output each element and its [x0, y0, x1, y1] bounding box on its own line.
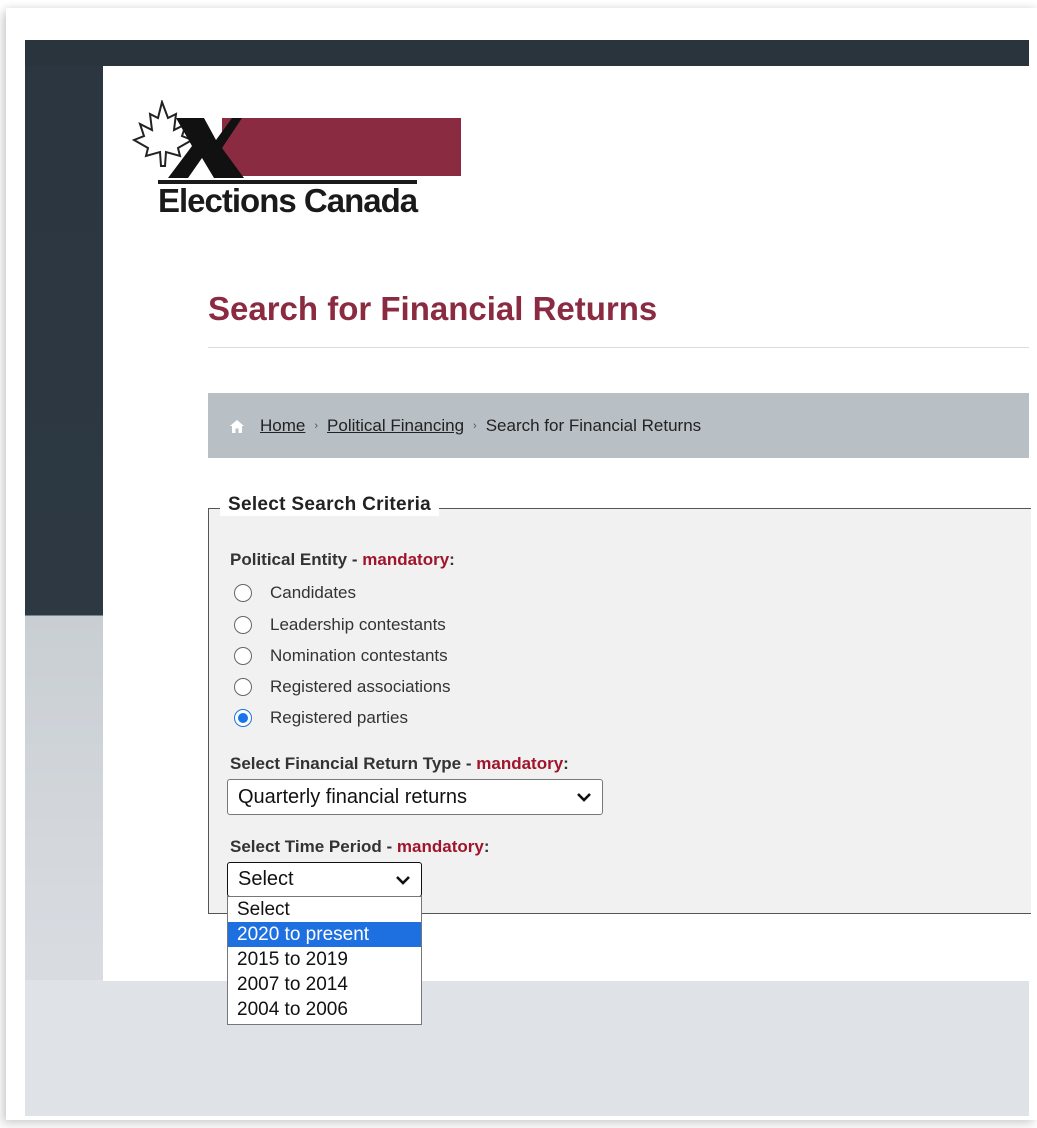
dropdown-option[interactable]: 2004 to 2006	[228, 997, 421, 1022]
radio-registered-associations[interactable]: Registered associations	[234, 677, 450, 697]
label-colon: :	[563, 754, 569, 773]
label-dash: -	[381, 837, 397, 856]
label-dash: -	[347, 550, 363, 569]
return-type-selected-value: Quarterly financial returns	[238, 785, 467, 808]
time-period-label-text: Select Time Period	[230, 837, 382, 856]
chevron-down-icon	[395, 874, 411, 886]
time-period-select[interactable]: Select	[227, 862, 422, 897]
breadcrumb: Home › Political Financing › Search for …	[208, 393, 1029, 458]
breadcrumb-separator: ›	[314, 419, 319, 432]
mandatory-tag: mandatory	[396, 837, 484, 856]
maple-leaf-x-icon	[132, 100, 244, 178]
political-entity-label: Political Entity - mandatory:	[230, 550, 455, 570]
title-divider	[208, 347, 1029, 348]
radio-button[interactable]	[234, 678, 252, 696]
logo-wordmark: Elections Canada	[158, 180, 418, 219]
time-period-selected-value: Select	[238, 868, 294, 890]
page-title: Search for Financial Returns	[208, 290, 658, 327]
return-type-label-text: Select Financial Return Type	[230, 754, 462, 773]
home-icon[interactable]	[228, 418, 246, 434]
radio-registered-parties[interactable]: Registered parties	[234, 708, 408, 728]
time-period-label: Select Time Period - mandatory:	[230, 837, 490, 857]
top-dark-strip	[25, 40, 1029, 66]
radio-leadership-contestants[interactable]: Leadership contestants	[234, 615, 446, 635]
political-entity-label-text: Political Entity	[230, 550, 348, 569]
radio-button-checked[interactable]	[234, 709, 252, 727]
radio-label: Registered parties	[270, 708, 408, 727]
mandatory-tag: mandatory	[476, 754, 564, 773]
radio-button[interactable]	[234, 647, 252, 665]
mandatory-tag: mandatory	[362, 550, 450, 569]
dropdown-option[interactable]: 2015 to 2019	[228, 947, 421, 972]
label-colon: :	[483, 837, 490, 856]
return-type-select[interactable]: Quarterly financial returns	[227, 779, 603, 815]
dropdown-option[interactable]: Select	[228, 897, 421, 922]
breadcrumb-separator: ›	[473, 419, 477, 432]
radio-button[interactable]	[234, 584, 252, 602]
radio-label: Leadership contestants	[270, 615, 446, 634]
chevron-down-icon	[576, 791, 592, 803]
footer-background	[25, 980, 1029, 1116]
breadcrumb-political-financing-link[interactable]: Political Financing	[327, 416, 464, 436]
radio-label: Registered associations	[270, 677, 451, 696]
radio-candidates[interactable]: Candidates	[234, 583, 356, 603]
dropdown-option[interactable]: 2007 to 2014	[228, 972, 421, 997]
radio-button[interactable]	[234, 616, 252, 634]
breadcrumb-home-link[interactable]: Home	[260, 416, 305, 436]
elections-canada-logo[interactable]: Elections Canada	[132, 100, 472, 220]
time-period-dropdown-list: Select 2020 to present 2015 to 2019 2007…	[227, 896, 422, 1025]
search-criteria-legend: Select Search Criteria	[220, 494, 440, 516]
breadcrumb-current: Search for Financial Returns	[485, 415, 702, 435]
radio-label: Nomination contestants	[270, 646, 448, 665]
label-dash: -	[461, 754, 477, 773]
radio-label: Candidates	[270, 583, 357, 602]
return-type-label: Select Financial Return Type - mandatory…	[230, 754, 569, 774]
radio-nomination-contestants[interactable]: Nomination contestants	[234, 646, 448, 666]
label-colon: :	[449, 550, 455, 569]
dropdown-option-highlighted[interactable]: 2020 to present	[228, 922, 421, 947]
